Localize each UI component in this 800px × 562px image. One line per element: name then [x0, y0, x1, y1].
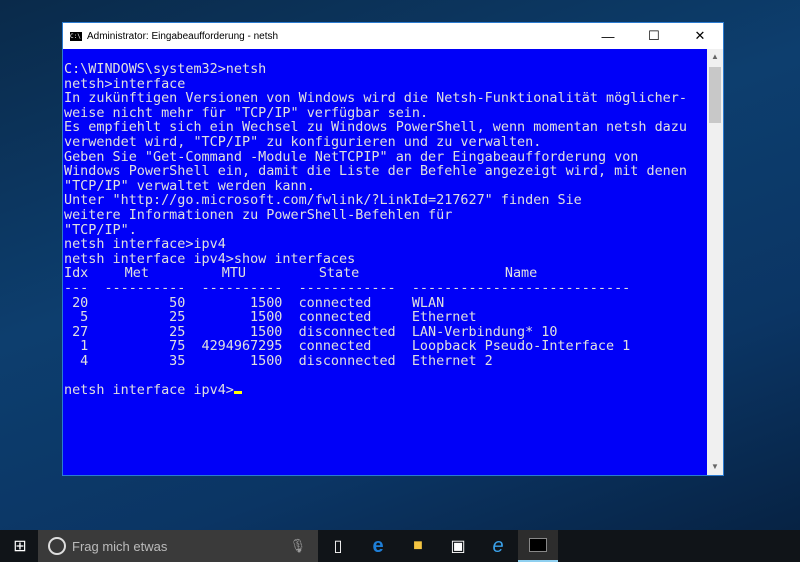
start-windows-icon[interactable]: ⊞ — [0, 530, 40, 562]
console-line: weise nicht mehr für "TCP/IP" verfügbar … — [64, 105, 429, 121]
table-separator-cell: --- — [64, 280, 89, 296]
table-header: Idx Met MTU State Name — [64, 267, 708, 282]
table-row-cell: 25 — [169, 310, 186, 326]
search-box[interactable]: Frag mich etwas 🎙 — [38, 530, 318, 562]
store-icon[interactable]: ▣ — [438, 530, 478, 562]
table-row-cell: 1500 — [250, 353, 283, 369]
command-prompt-window: C:\ Administrator: Eingabeaufforderung -… — [62, 22, 724, 476]
console-line: netsh>interface — [64, 76, 186, 92]
text-cursor — [233, 391, 242, 395]
cmd-taskbar-icon[interactable] — [518, 530, 558, 562]
table-row-cell: connected — [298, 295, 372, 311]
microphone-icon[interactable]: 🎙 — [289, 538, 306, 554]
minimize-button[interactable]: — — [585, 23, 631, 49]
scroll-down-icon[interactable]: ▼ — [707, 459, 723, 475]
task-view-icon[interactable]: ▯ — [318, 530, 358, 562]
table-separator-cell: ---------- — [201, 280, 283, 296]
taskbar: ⊞ Frag mich etwas 🎙 ▯ e ■ ▣ e — [0, 530, 800, 562]
table-row-cell: 4 — [80, 353, 89, 369]
table-row: 5 25 1500 connected Ethernet — [64, 310, 708, 326]
column-header: Name — [504, 266, 538, 282]
table-row-cell: LAN-Verbindung* 10 — [411, 324, 558, 340]
search-placeholder: Frag mich etwas — [72, 538, 168, 554]
console-line: netsh interface ipv4>show interfaces — [64, 251, 356, 267]
prompt: netsh interface ipv4> — [64, 383, 234, 399]
scrollbar-thumb[interactable] — [709, 67, 721, 123]
console-line: Geben Sie "Get-Command -Module NetTCPIP"… — [64, 149, 639, 165]
table-row-cell: 75 — [169, 339, 186, 355]
console-line: In zukünftigen Versionen von Windows wir… — [64, 91, 687, 107]
table-row-cell: 5 — [80, 310, 89, 326]
table-row-cell: 4294967295 — [201, 339, 283, 355]
table-separator-cell: ---------- — [104, 280, 186, 296]
title-bar[interactable]: C:\ Administrator: Eingabeaufforderung -… — [63, 23, 723, 49]
table-row: 1 75 4294967295 connected Loopback Pseudo-In… — [64, 340, 708, 355]
console-output[interactable]: C:\WINDOWS\system32>netsh netsh>interface… — [63, 49, 708, 475]
column-header: Met — [124, 266, 149, 282]
column-header: State — [318, 266, 360, 282]
maximize-button[interactable]: ☐ — [631, 23, 677, 49]
table-row-cell: connected — [298, 310, 372, 326]
console-line: netsh interface>ipv4 — [64, 237, 226, 253]
column-header: Idx — [64, 266, 89, 282]
console-line: weitere Informationen zu PowerShell-Befe… — [64, 207, 453, 223]
table-row-cell: disconnected — [298, 324, 396, 340]
console-line: Es empfiehlt sich ein Wechsel zu Windows… — [64, 120, 687, 136]
cortana-icon — [48, 537, 66, 555]
window-title: Administrator: Eingabeaufforderung - net… — [87, 30, 279, 42]
table-row-cell: 50 — [169, 295, 186, 311]
table-row-cell: disconnected — [298, 353, 396, 369]
table-row-cell: 25 — [169, 324, 186, 340]
table-row: 20 50 1500 connected WLAN — [64, 295, 708, 312]
console-line: "TCP/IP" verwaltet werden kann. — [64, 178, 315, 194]
table-row-cell: 20 — [72, 295, 89, 311]
console-line: "TCP/IP". — [64, 222, 137, 238]
console-line: Windows PowerShell ein, damit die Liste … — [64, 164, 687, 180]
table-row-cell: WLAN — [411, 295, 445, 311]
table-row-cell: 27 — [72, 324, 89, 340]
prompt-line: netsh interface ipv4> — [64, 383, 708, 399]
table-row-cell: Ethernet 2 — [411, 353, 493, 369]
table-separator: --- ---------- ---------- ------------ -----… — [64, 280, 708, 297]
table-row: 4 35 1500 disconnected Ethernet 2 — [64, 353, 708, 370]
scroll-up-icon[interactable]: ▲ — [707, 49, 723, 65]
table-row-cell: 35 — [169, 353, 186, 369]
internet-explorer-icon[interactable]: e — [478, 530, 518, 562]
column-header: MTU — [221, 266, 247, 282]
table-row-cell: Ethernet — [411, 310, 477, 326]
table-row-cell: 1500 — [250, 295, 283, 311]
console-line: Unter "http://go.microsoft.com/fwlink/?L… — [64, 193, 582, 209]
table-row-cell: connected — [298, 339, 372, 355]
console-line: verwendet wird, "TCP/IP" zu konfiguriere… — [64, 134, 542, 150]
edge-icon[interactable]: e — [358, 530, 398, 562]
table-row-cell: 1 — [80, 339, 89, 355]
table-row: 27 25 1500 disconnected LAN-Verbindung* 10 — [64, 324, 708, 341]
scrollbar[interactable]: ▲ ▼ — [707, 49, 723, 475]
console-line: C:\WINDOWS\system32>netsh — [64, 62, 267, 77]
file-explorer-icon[interactable]: ■ — [398, 530, 438, 562]
close-button[interactable]: ✕ — [677, 23, 723, 49]
table-separator-cell: ------------ — [298, 280, 396, 296]
table-row-cell: Loopback Pseudo-Interface 1 — [411, 339, 631, 355]
table-row-cell: 1500 — [250, 324, 283, 340]
table-row-cell: 1500 — [250, 310, 283, 326]
table-separator-cell: --------------------------- — [411, 280, 631, 296]
cmd-icon: C:\ — [70, 31, 82, 41]
